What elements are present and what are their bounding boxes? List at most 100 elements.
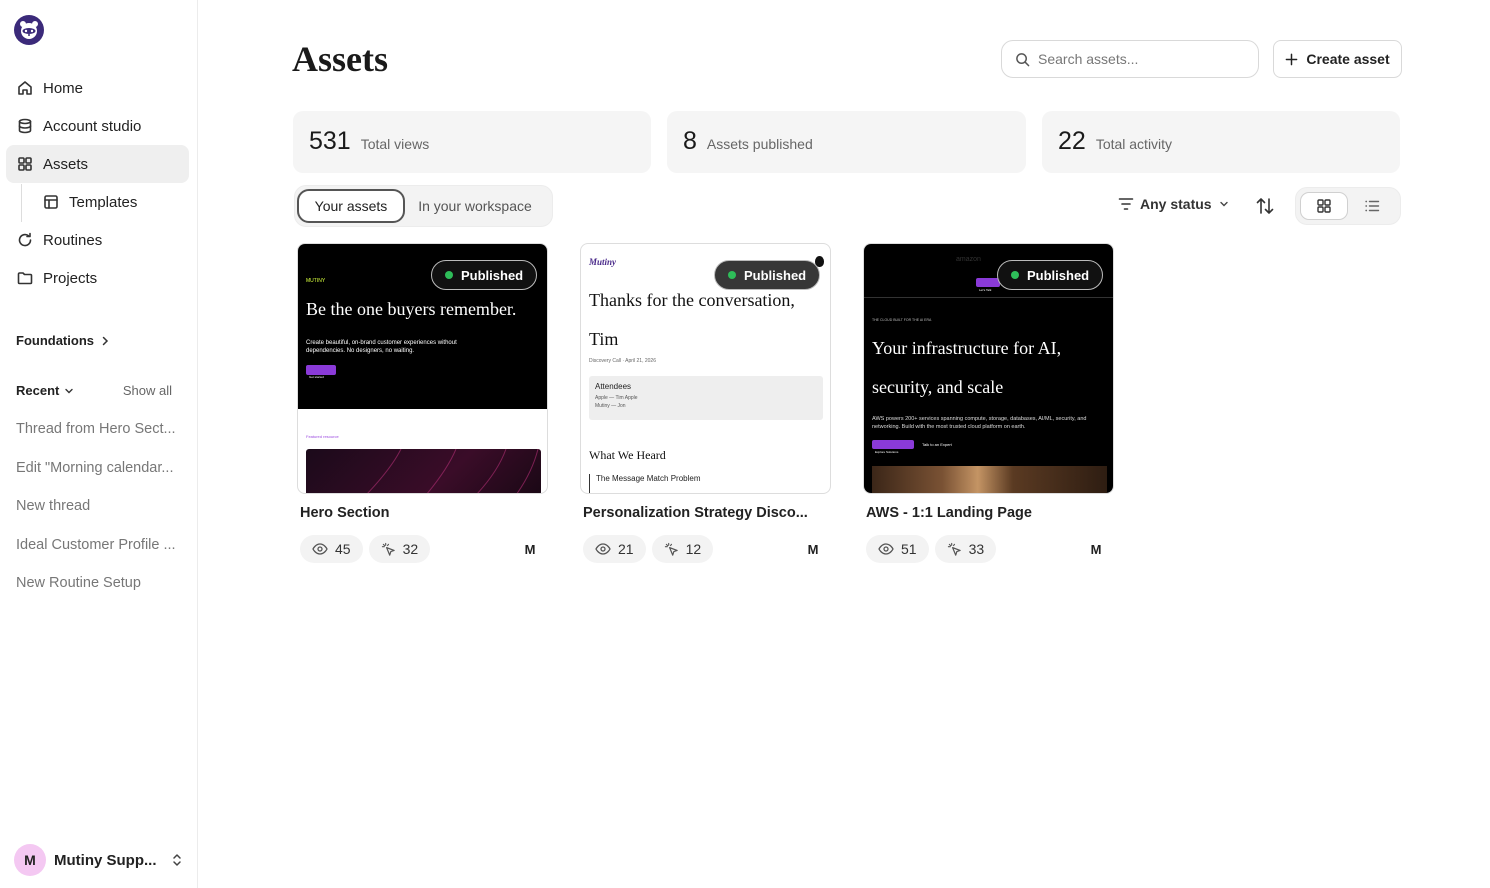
stat-label: Assets published [706, 136, 813, 152]
nav-item-projects[interactable]: Projects [6, 259, 189, 297]
nav-item-label: Routines [43, 231, 103, 249]
status-dot [1011, 271, 1019, 279]
nav-item-assets[interactable]: Assets [6, 145, 189, 183]
preview-headline: Thanks for the conversation, Tim [589, 290, 795, 349]
asset-card[interactable]: MUTINY Be the one buyers remember. Creat… [297, 243, 548, 563]
preview-cta-primary-label: Explore Solutions [875, 450, 899, 454]
preview-cta: Get started [306, 365, 336, 379]
nav-item-label: Templates [69, 193, 138, 211]
cursor-click-icon [947, 542, 961, 556]
preview-cta-label: Get started [309, 375, 324, 379]
preview-quote: The Message Match Problem [589, 474, 701, 493]
nav-item-label: Account studio [43, 117, 142, 135]
attendees-label: Attendees [595, 382, 632, 391]
preview-nav-cta: Let's Talk [976, 278, 1000, 292]
preview-section: What We Heard [589, 448, 666, 462]
nav-item-label: Assets [43, 155, 89, 173]
preview-subtext: AWS powers 200+ services spanning comput… [872, 416, 1087, 431]
folder-icon [16, 270, 33, 287]
grid-view-button[interactable] [1300, 192, 1348, 220]
foundations-link[interactable]: Foundations [16, 333, 110, 348]
asset-preview[interactable]: amazon Let's Talk THE CLOUD BUILT FOR TH… [863, 243, 1114, 494]
asset-preview[interactable]: MUTINY Be the one buyers remember. Creat… [297, 243, 548, 494]
stat-total-views: 531 Total views [293, 111, 651, 173]
recent-item[interactable]: Thread from Hero Sect... [16, 410, 184, 449]
preview-logo: Mutiny [589, 257, 617, 267]
raccoon-logo-icon [20, 21, 38, 39]
asset-card[interactable]: Mutiny Thanks for the conversation, Tim … [580, 243, 831, 563]
preview-image [872, 466, 1107, 493]
chevron-up-down-icon [173, 854, 181, 866]
tab-in-your-workspace[interactable]: In your workspace [407, 189, 543, 223]
recent-header: Recent Show all [16, 383, 172, 398]
clicks-pill: 33 [934, 535, 997, 563]
recent-item[interactable]: New Routine Setup [16, 564, 184, 603]
database-icon [16, 118, 33, 135]
preview-featured: Featured resource [306, 434, 339, 439]
show-all-link[interactable]: Show all [123, 383, 172, 398]
status-dot [445, 271, 453, 279]
nav-item-account-studio[interactable]: Account studio [6, 107, 189, 145]
clicks-count: 32 [402, 541, 419, 557]
view-toggle [1295, 187, 1401, 225]
stat-value: 8 [683, 127, 697, 155]
status-label: Published [1027, 267, 1090, 283]
home-icon [16, 80, 33, 97]
preview-nav-cta-label: Let's Talk [979, 288, 992, 292]
recent-item[interactable]: New thread [16, 487, 184, 526]
chevron-down-icon [65, 388, 74, 393]
views-pill: 45 [300, 535, 363, 563]
stat-label: Total views [360, 136, 430, 152]
grid-icon [16, 156, 33, 173]
plus-icon [1286, 53, 1298, 65]
status-badge: Published [714, 260, 821, 290]
preview-subtext: Create beautiful, on-brand customer expe… [306, 340, 457, 355]
recent-item[interactable]: Ideal Customer Profile ... [16, 526, 184, 565]
recent-toggle[interactable]: Recent [16, 383, 75, 398]
app-logo[interactable] [14, 15, 44, 45]
preview-image [306, 448, 541, 493]
status-filter[interactable]: Any status [1118, 196, 1230, 212]
asset-title[interactable]: Personalization Strategy Disco... [580, 505, 831, 521]
status-badge: Published [997, 260, 1104, 290]
asset-title[interactable]: AWS - 1:1 Landing Page [863, 505, 1114, 521]
sort-icon[interactable] [1254, 196, 1276, 216]
tab-your-assets[interactable]: Your assets [297, 189, 405, 223]
user-name: Mutiny Supp... [54, 851, 157, 869]
preview-stripes [367, 448, 539, 493]
search-box [1001, 40, 1259, 78]
preview-attendees: Attendees Apple — Tim Apple Mutiny — Jon [589, 376, 823, 420]
chevron-down-icon [1219, 201, 1228, 207]
asset-title[interactable]: Hero Section [297, 505, 548, 521]
create-asset-button[interactable]: Create asset [1273, 40, 1402, 78]
eye-icon [312, 543, 328, 555]
chevron-right-icon [102, 336, 109, 345]
owner-avatar: M [807, 541, 819, 557]
asset-card[interactable]: amazon Let's Talk THE CLOUD BUILT FOR TH… [863, 243, 1114, 563]
layout-icon [42, 194, 59, 211]
stat-total-activity: 22 Total activity [1042, 111, 1400, 173]
sidebar: Home Account studio Assets Templates Rou… [0, 0, 198, 888]
nav-item-routines[interactable]: Routines [6, 221, 189, 259]
asset-preview[interactable]: Mutiny Thanks for the conversation, Tim … [580, 243, 831, 494]
views-pill: 51 [866, 535, 929, 563]
status-label: Published [461, 267, 524, 283]
stat-value: 22 [1058, 127, 1086, 155]
views-count: 45 [335, 541, 351, 557]
views-pill: 21 [583, 535, 646, 563]
nav-item-home[interactable]: Home [6, 69, 189, 107]
nav-item-templates[interactable]: Templates [6, 183, 189, 221]
status-label: Published [744, 267, 807, 283]
recent-item[interactable]: Edit "Morning calendar... [16, 449, 184, 488]
search-input[interactable] [1038, 51, 1238, 67]
status-badge: Published [431, 260, 538, 290]
owner-avatar: M [524, 541, 536, 557]
owner-avatar: M [1090, 541, 1102, 557]
preview-logo: MUTINY [306, 278, 326, 284]
refresh-icon [16, 232, 33, 249]
list-view-button[interactable] [1348, 192, 1396, 220]
preview-cta-secondary: Talk to an Expert [922, 442, 952, 447]
user-menu[interactable]: M Mutiny Supp... [14, 844, 184, 876]
foundations-label: Foundations [16, 333, 94, 348]
views-count: 21 [618, 541, 634, 557]
